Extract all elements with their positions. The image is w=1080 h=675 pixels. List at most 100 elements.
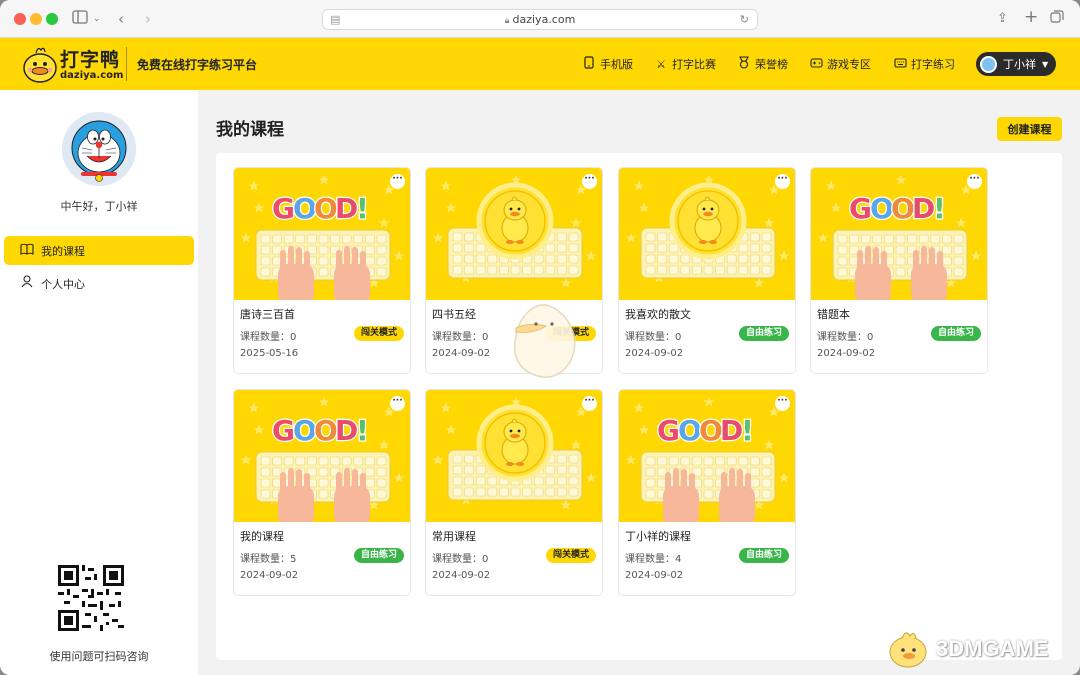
- site-logo[interactable]: 打字鸭 daziya.com: [22, 42, 123, 86]
- nav-contest[interactable]: ⚔︎ 打字比赛: [655, 56, 716, 72]
- avatar: [62, 112, 136, 186]
- course-count-label: 课程数量：: [240, 332, 290, 343]
- sidebar-item-profile[interactable]: 个人中心: [4, 269, 194, 298]
- course-cover-image: G O O D!: [234, 168, 410, 300]
- course-date: 2024-09-02: [625, 348, 684, 359]
- course-count-value: 0: [675, 332, 682, 343]
- course-cover-image: G O O D!: [234, 390, 410, 522]
- crossed-swords-icon: ⚔︎: [656, 57, 666, 71]
- share-icon[interactable]: ⇪: [997, 9, 1008, 29]
- close-window-button[interactable]: [14, 13, 26, 25]
- sidebar-item-my-courses[interactable]: 我的课程: [4, 236, 194, 265]
- nav-mobile[interactable]: 手机版: [583, 56, 633, 72]
- doraemon-avatar-icon: [62, 112, 136, 186]
- course-title: 我喜欢的散文: [625, 308, 691, 321]
- site-slogan: 免费在线打字练习平台: [137, 58, 258, 72]
- new-tab-icon[interactable]: +: [1024, 7, 1038, 27]
- course-mode-badge: 自由练习: [930, 326, 981, 341]
- gamepad-icon: [810, 57, 823, 71]
- course-count-label: 课程数量：: [625, 332, 675, 343]
- nav-games[interactable]: 游戏专区: [810, 56, 871, 72]
- url-text: daziya.com: [512, 13, 576, 26]
- course-card[interactable]: G O O D! ··· 错题本 课程数量：0 2024-09-02 自由练习: [810, 167, 988, 374]
- course-count: 课程数量：0: [817, 328, 873, 343]
- page-title: 我的课程: [216, 120, 284, 140]
- svg-text:D: D: [335, 414, 358, 447]
- medal-icon: [738, 56, 750, 72]
- more-options-icon[interactable]: ···: [390, 174, 405, 189]
- caret-down-icon: ▼: [1042, 59, 1049, 69]
- lock-icon: 🔒︎: [504, 16, 510, 26]
- user-menu-button[interactable]: 丁小祥 ▼: [976, 52, 1056, 76]
- duck-mascot-watermark-icon: [514, 304, 576, 378]
- logo-name: 打字鸭: [60, 49, 121, 71]
- more-options-icon[interactable]: ···: [775, 174, 790, 189]
- course-mode-badge: 闯关模式: [545, 548, 596, 563]
- more-options-icon[interactable]: ···: [775, 396, 790, 411]
- course-date: 2024-09-02: [240, 570, 299, 581]
- svg-text:!: !: [356, 192, 369, 225]
- course-title: 错题本: [817, 308, 850, 321]
- course-date: 2024-09-02: [432, 570, 491, 581]
- course-card[interactable]: ··· 常用课程 课程数量：0 2024-09-02 闯关模式: [425, 389, 603, 596]
- watermark-logo: 3DMGAME: [884, 626, 1072, 670]
- duck-logo-icon: [23, 47, 57, 83]
- course-count-label: 课程数量：: [625, 554, 675, 565]
- course-cover-image: [426, 390, 602, 522]
- course-title: 丁小祥的课程: [625, 530, 691, 543]
- course-count: 课程数量：5: [240, 550, 296, 565]
- course-count-value: 0: [482, 554, 489, 565]
- sidebar: 中午好，丁小祥 我的课程 个人中心 使用问题可扫码咨询: [0, 90, 198, 675]
- course-count-label: 课程数量：: [432, 554, 482, 565]
- svg-text:D: D: [720, 414, 743, 447]
- more-options-icon[interactable]: ···: [582, 396, 597, 411]
- svg-text:!: !: [933, 192, 946, 225]
- course-date: 2025-05-16: [240, 348, 299, 359]
- course-count-value: 0: [482, 332, 489, 343]
- duck-watermark-icon: [889, 632, 927, 668]
- nav-games-label: 游戏专区: [827, 58, 871, 71]
- course-count-value: 0: [290, 332, 297, 343]
- course-cover-image: [426, 168, 602, 300]
- course-mode-badge: 闯关模式: [353, 326, 404, 341]
- create-course-button[interactable]: 创建课程: [997, 117, 1062, 141]
- course-cover-image: G O O D!: [811, 168, 987, 300]
- reload-icon[interactable]: ↻: [740, 10, 749, 29]
- course-count: 课程数量：0: [432, 550, 488, 565]
- tab-overview-icon[interactable]: [1050, 9, 1064, 29]
- course-date: 2024-09-02: [432, 348, 491, 359]
- book-icon: [20, 243, 34, 259]
- svg-text:G: G: [849, 192, 872, 225]
- logo-divider: [126, 47, 127, 81]
- address-bar[interactable]: ▤ 🔒︎ daziya.com ↻: [322, 9, 758, 30]
- nav-honor[interactable]: 荣誉榜: [738, 56, 788, 72]
- course-count-label: 课程数量：: [432, 332, 482, 343]
- more-options-icon[interactable]: ···: [390, 396, 405, 411]
- svg-text:G: G: [272, 414, 295, 447]
- sidebar-toggle-icon[interactable]: [72, 9, 88, 29]
- course-card[interactable]: G O O D! ··· 我的课程 课程数量：5 2024-09-02 自由练习: [233, 389, 411, 596]
- zoom-window-button[interactable]: [46, 13, 58, 25]
- more-options-icon[interactable]: ···: [967, 174, 982, 189]
- svg-text:G: G: [272, 192, 295, 225]
- chevron-down-icon[interactable]: ⌄: [93, 9, 101, 29]
- user-name: 丁小祥: [1003, 58, 1036, 71]
- nav-honor-label: 荣誉榜: [755, 58, 788, 71]
- forward-icon[interactable]: ›: [145, 9, 151, 29]
- qr-code: [58, 565, 124, 631]
- minimize-window-button[interactable]: [30, 13, 42, 25]
- browser-toolbar: ⌄ ‹ › ▤ 🔒︎ daziya.com ↻ ⇪ +: [0, 0, 1080, 38]
- course-mode-badge: 自由练习: [738, 548, 789, 563]
- greeting-text: 中午好，丁小祥: [60, 200, 138, 213]
- nav-practice[interactable]: 打字练习: [894, 56, 955, 72]
- course-card[interactable]: G O O D! ··· 丁小祥的课程 课程数量：4 2024-09-02 自由练习: [618, 389, 796, 596]
- course-card[interactable]: G O O D! ··· 唐诗三百首 课程数量：0 2025-05-16 闯关模式: [233, 167, 411, 374]
- course-title: 唐诗三百首: [240, 308, 295, 321]
- course-card[interactable]: ··· 我喜欢的散文 课程数量：0 2024-09-02 自由练习: [618, 167, 796, 374]
- keyboard-icon: [894, 57, 907, 71]
- more-options-icon[interactable]: ···: [582, 174, 597, 189]
- svg-text:G: G: [657, 414, 680, 447]
- back-icon[interactable]: ‹: [118, 9, 124, 29]
- user-icon: [20, 275, 34, 292]
- site-header: 打字鸭 daziya.com 免费在线打字练习平台 手机版 ⚔︎ 打字比赛 荣誉…: [0, 38, 1080, 90]
